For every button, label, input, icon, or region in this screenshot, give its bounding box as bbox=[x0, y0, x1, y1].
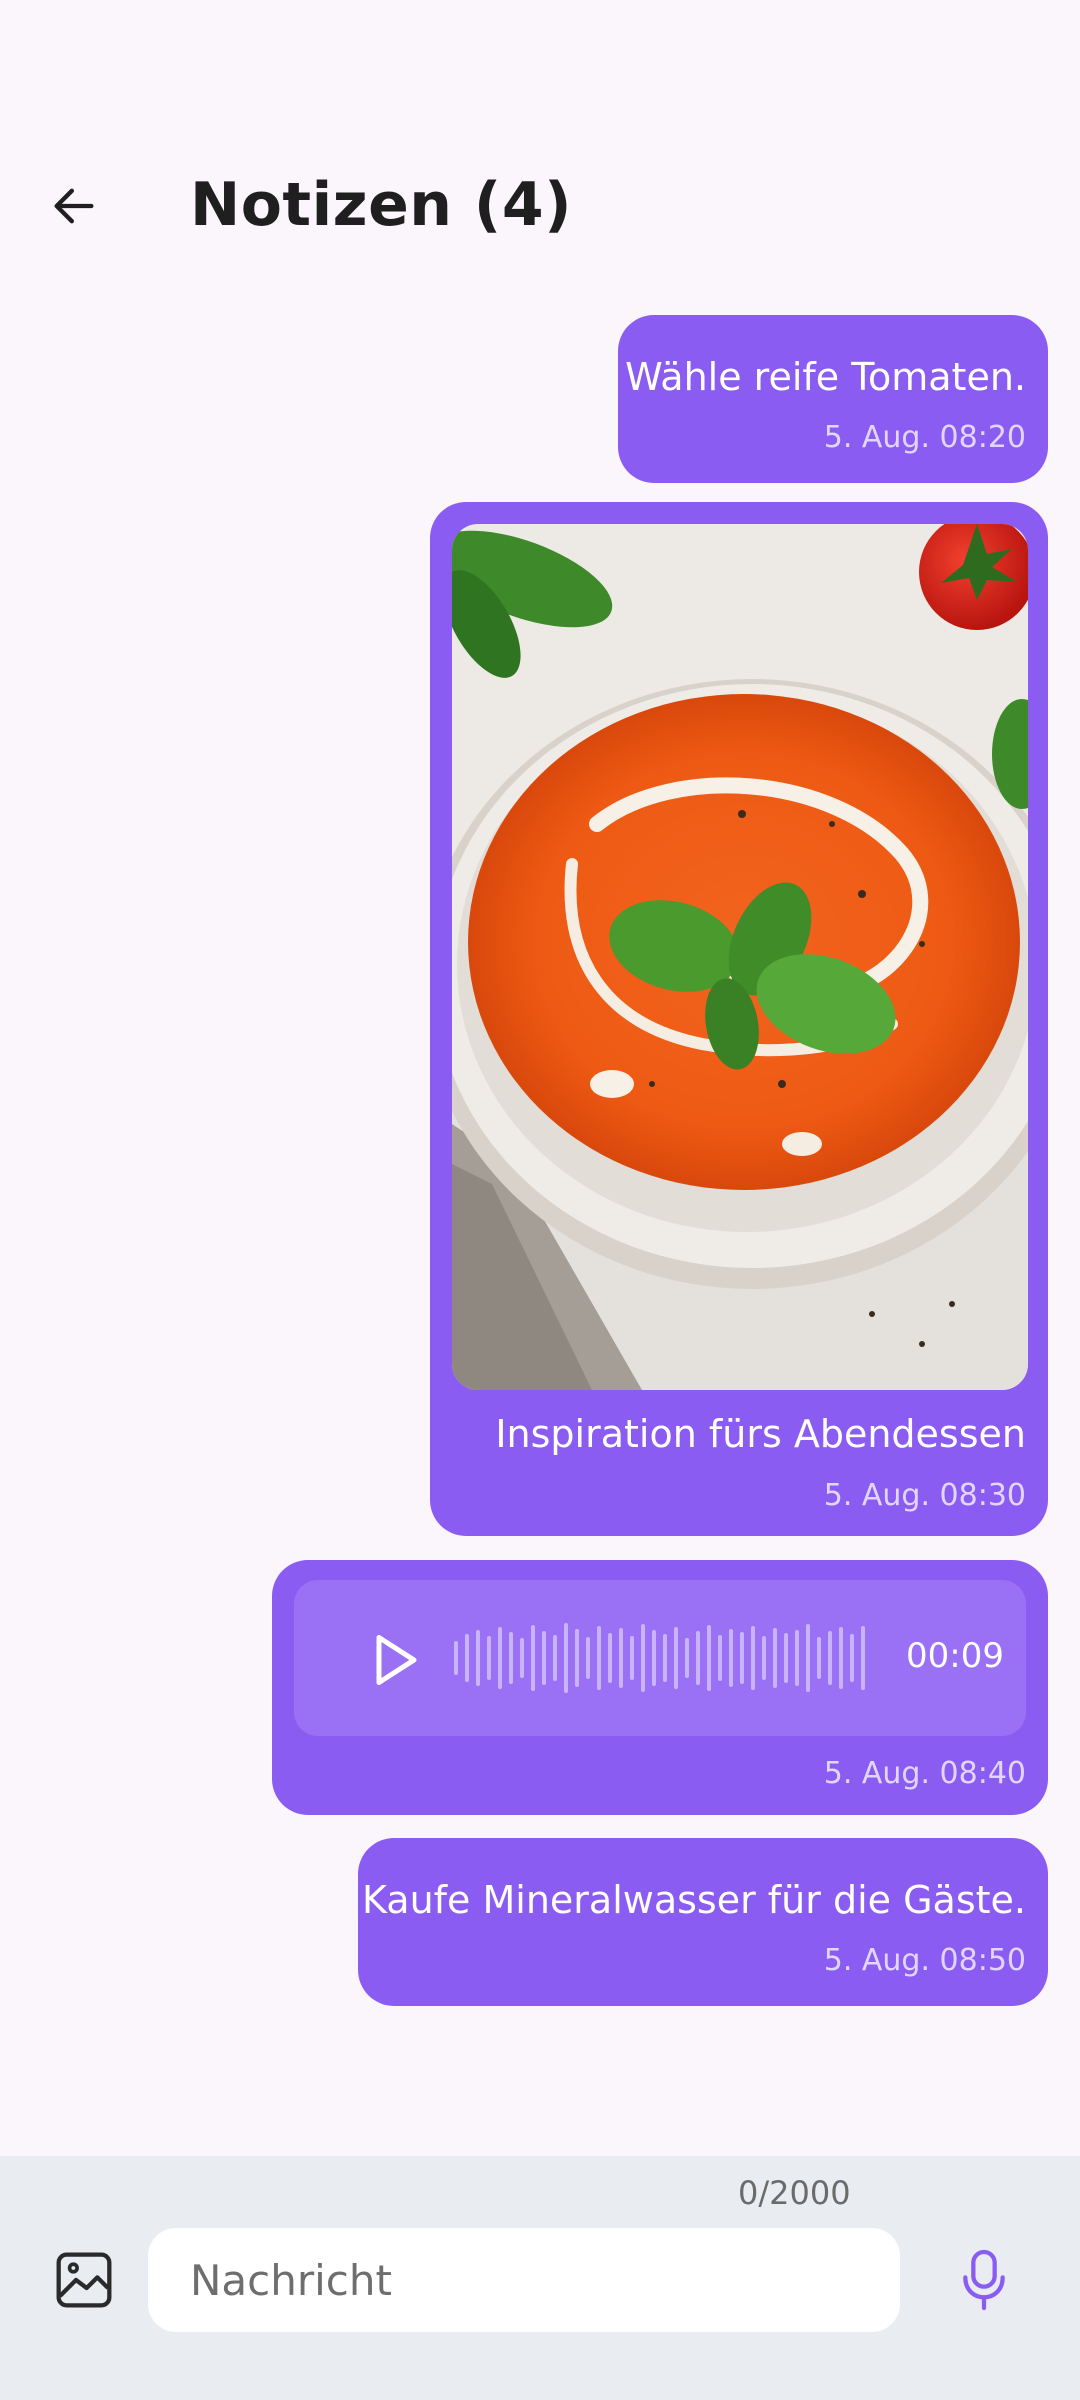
image-icon[interactable] bbox=[52, 2248, 116, 2312]
message-input[interactable] bbox=[148, 2228, 900, 2332]
image-caption: Inspiration fürs Abendessen bbox=[495, 1412, 1026, 1456]
message-text: Kaufe Mineralwasser für die Gäste. bbox=[362, 1878, 1026, 1922]
message-bubble[interactable]: Wähle reife Tomaten. 5. Aug. 08:20 bbox=[618, 315, 1048, 483]
arrow-left-icon bbox=[54, 188, 94, 224]
page-title: Notizen (4) bbox=[190, 170, 572, 240]
voice-message-bubble[interactable]: 00:09 5. Aug. 08:40 bbox=[272, 1560, 1048, 1815]
voice-duration: 00:09 bbox=[906, 1636, 1004, 1676]
app-bar: Notizen (4) bbox=[0, 150, 1080, 270]
tomato-soup-photo[interactable] bbox=[452, 524, 1028, 1390]
message-timestamp: 5. Aug. 08:40 bbox=[823, 1756, 1026, 1791]
voice-player: 00:09 bbox=[294, 1580, 1026, 1736]
message-timestamp: 5. Aug. 08:30 bbox=[823, 1478, 1026, 1513]
image-message-bubble[interactable]: Inspiration fürs Abendessen 5. Aug. 08:3… bbox=[430, 502, 1048, 1536]
message-timestamp: 5. Aug. 08:50 bbox=[823, 1943, 1026, 1978]
character-counter: 0/2000 bbox=[738, 2174, 851, 2212]
notes-screen: Notizen (4) Wähle reife Tomaten. 5. Aug.… bbox=[0, 0, 1080, 2400]
audio-waveform[interactable] bbox=[452, 1620, 872, 1696]
message-timestamp: 5. Aug. 08:20 bbox=[823, 420, 1026, 455]
message-composer: 0/2000 bbox=[0, 2156, 1080, 2400]
back-button[interactable] bbox=[40, 172, 108, 240]
message-bubble[interactable]: Kaufe Mineralwasser für die Gäste. 5. Au… bbox=[358, 1838, 1048, 2006]
microphone-icon[interactable] bbox=[960, 2248, 1008, 2312]
message-text: Wähle reife Tomaten. bbox=[625, 355, 1026, 399]
play-icon[interactable] bbox=[364, 1630, 424, 1690]
